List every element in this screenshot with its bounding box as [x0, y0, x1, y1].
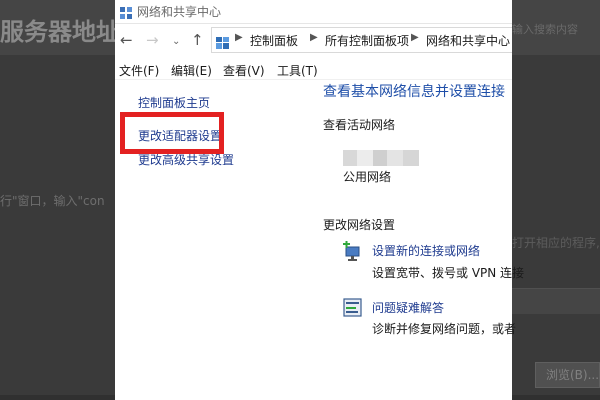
network-name-blurred	[343, 150, 419, 166]
breadcrumb-all-items[interactable]: 所有控制面板项	[325, 32, 409, 49]
menu-view[interactable]: 查看(V)	[223, 62, 265, 79]
background-input-field	[512, 288, 600, 314]
breadcrumb-separator-icon[interactable]: ▶	[310, 32, 318, 43]
breadcrumb-control-panel[interactable]: 控制面板	[250, 32, 298, 49]
setup-new-connection-link[interactable]: 设置新的连接或网络	[372, 242, 480, 259]
background-instruction-text: 行"窗口，输入"con	[0, 194, 105, 208]
change-network-settings-label: 更改网络设置	[323, 218, 396, 232]
setup-new-connection-desc: 设置宽带、拨号或 VPN 连接	[372, 266, 525, 280]
title-bar: 网络和共享中心	[115, 0, 512, 24]
network-setup-icon	[343, 241, 363, 261]
menu-tools[interactable]: 工具(T)	[277, 62, 318, 79]
background-title: 服务器地址	[0, 18, 120, 46]
highlight-frame	[120, 112, 224, 154]
network-window-icon	[120, 4, 132, 19]
address-field[interactable]: ▶ 控制面板 ▶ 所有控制面板项 ▶ 网络和共享中心	[211, 27, 512, 53]
active-networks-label: 查看活动网络	[323, 118, 396, 132]
address-bar: ← → ⌄ ↑ ▶ 控制面板 ▶ 所有控制面板项 ▶ 网络和共享中心	[115, 25, 512, 57]
control-panel-icon	[216, 34, 229, 49]
window-title: 网络和共享中心	[137, 5, 222, 19]
page-heading: 查看基本网络信息并设置连接	[323, 84, 505, 100]
breadcrumb-network-center[interactable]: 网络和共享中心	[426, 32, 510, 49]
background-right-text: 打开相应的程序,	[512, 236, 600, 250]
background-search-hint: 输入搜索内容	[512, 23, 578, 36]
network-type-label: 公用网络	[343, 170, 392, 184]
background-browse-button: 浏览(B)...	[535, 362, 600, 388]
up-arrow-icon[interactable]: ↑	[191, 31, 204, 49]
troubleshoot-problems-desc: 诊断并修复网络问题，或者	[372, 322, 517, 336]
forward-arrow-icon[interactable]: →	[146, 31, 159, 49]
menu-bar: 文件(F) 编辑(E) 查看(V) 工具(T)	[115, 58, 512, 80]
menu-file[interactable]: 文件(F)	[119, 62, 159, 79]
breadcrumb-separator-icon[interactable]: ▶	[411, 32, 419, 43]
network-sharing-center-window: 网络和共享中心 ← → ⌄ ↑ ▶ 控制面板 ▶ 所有控制面板项 ▶ 网络和共享…	[115, 0, 512, 400]
breadcrumb-separator-icon[interactable]: ▶	[235, 32, 243, 43]
troubleshoot-problems-link[interactable]: 问题疑难解答	[372, 299, 444, 316]
troubleshoot-icon	[343, 298, 363, 318]
menu-edit[interactable]: 编辑(E)	[171, 62, 212, 79]
recent-locations-chevron-icon[interactable]: ⌄	[172, 33, 180, 51]
back-arrow-icon[interactable]: ←	[120, 31, 133, 49]
control-panel-home-link[interactable]: 控制面板主页	[138, 94, 210, 111]
